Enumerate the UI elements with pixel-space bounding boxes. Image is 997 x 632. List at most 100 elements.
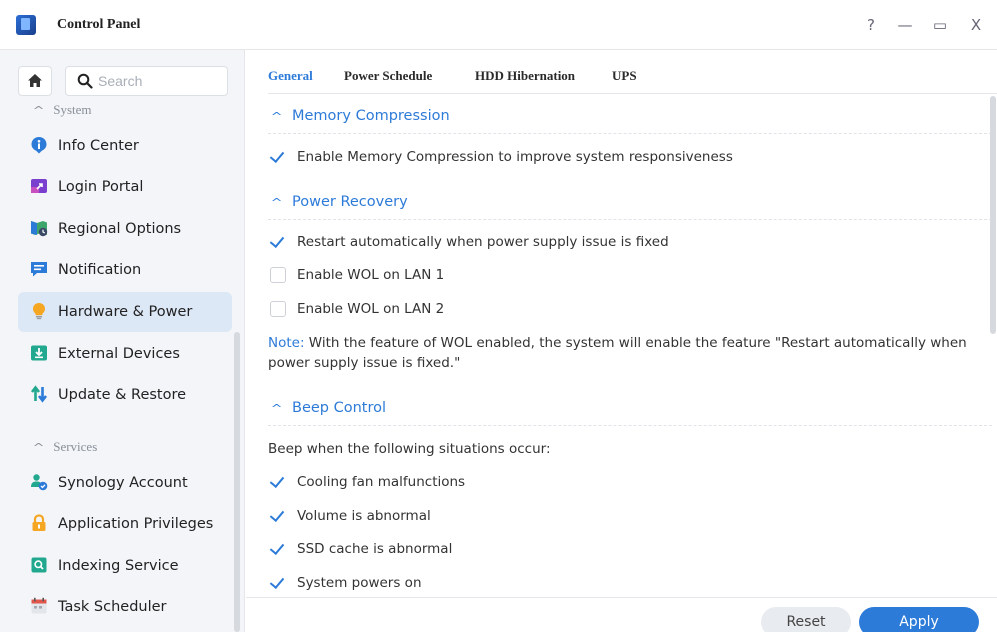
help-button[interactable]: ? — [860, 14, 882, 36]
notification-icon — [31, 262, 47, 277]
main-panel: General Power Schedule HDD Hibernation U… — [246, 50, 997, 632]
synology-account-icon — [31, 474, 48, 491]
home-icon — [28, 74, 42, 87]
beep-description: Beep when the following situations occur… — [268, 441, 551, 457]
search-icon — [77, 73, 93, 89]
wol-lan1-option[interactable]: Enable WOL on LAN 1 — [270, 264, 444, 286]
chevron-up-icon: ^ — [32, 440, 45, 454]
note-key: Note: — [268, 335, 305, 351]
checkbox-label: Enable WOL on LAN 2 — [297, 301, 445, 317]
section-services[interactable]: ^ Services — [32, 439, 98, 455]
checkbox-label: Enable Memory Compression to improve sys… — [297, 149, 733, 165]
checkbox-label: System powers on — [297, 575, 422, 591]
footer-bar: Reset Apply — [246, 597, 997, 632]
sidebar-item-notification[interactable]: Notification — [18, 250, 232, 290]
tab-power-schedule[interactable]: Power Schedule — [344, 68, 432, 84]
tab-general[interactable]: General — [268, 68, 313, 84]
sidebar-item-label: Notification — [58, 262, 142, 278]
beep-fan-option[interactable]: Cooling fan malfunctions — [270, 471, 465, 493]
sidebar-item-update-restore[interactable]: Update & Restore — [18, 375, 232, 415]
tab-bar: General Power Schedule HDD Hibernation U… — [246, 50, 997, 95]
home-button[interactable] — [18, 66, 52, 96]
sidebar-item-label: Synology Account — [58, 475, 188, 491]
calendar-icon — [31, 597, 47, 614]
sidebar-item-label: Info Center — [58, 138, 139, 154]
close-button[interactable]: X — [965, 14, 987, 36]
chevron-up-icon: ^ — [270, 196, 283, 209]
chevron-up-icon: ^ — [32, 103, 45, 117]
checkbox-label: SSD cache is abnormal — [297, 541, 453, 557]
checkbox[interactable] — [270, 508, 286, 524]
section-label: System — [53, 102, 92, 117]
checkbox-label: Restart automatically when power supply … — [297, 234, 669, 250]
sidebar-item-label: Login Portal — [58, 179, 144, 195]
sidebar-item-label: Task Scheduler — [58, 599, 167, 615]
window-title: Control Panel — [57, 17, 141, 32]
section-title: Beep Control — [292, 400, 387, 416]
checkbox-label: Cooling fan malfunctions — [297, 474, 466, 490]
indexing-icon — [31, 557, 47, 573]
memory-compression-option[interactable]: Enable Memory Compression to improve sys… — [270, 146, 733, 168]
sidebar-item-label: Update & Restore — [58, 387, 187, 403]
sidebar-item-regional-options[interactable]: Regional Options — [18, 209, 232, 249]
checkbox[interactable] — [270, 541, 286, 557]
memory-compression-header[interactable]: ^ Memory Compression — [268, 104, 992, 134]
sidebar-item-label: External Devices — [58, 346, 180, 362]
sidebar-item-label: Hardware & Power — [58, 304, 193, 320]
note-text: With the feature of WOL enabled, the sys… — [268, 335, 967, 371]
beep-power-on-option[interactable]: System powers on — [270, 572, 422, 594]
beep-ssd-option[interactable]: SSD cache is abnormal — [270, 538, 452, 560]
sidebar-item-label: Regional Options — [58, 221, 182, 237]
beep-volume-option[interactable]: Volume is abnormal — [270, 505, 431, 527]
sidebar-item-task-scheduler[interactable]: Task Scheduler — [18, 587, 232, 627]
search-box — [65, 66, 228, 96]
checkbox[interactable] — [270, 474, 286, 490]
power-recovery-header[interactable]: ^ Power Recovery — [268, 190, 992, 220]
tab-ups[interactable]: UPS — [612, 68, 637, 84]
sidebar-item-indexing-service[interactable]: Indexing Service — [18, 546, 232, 586]
search-input[interactable] — [98, 71, 223, 91]
section-label: Services — [53, 439, 98, 454]
beep-control-header[interactable]: ^ Beep Control — [268, 396, 992, 426]
section-system[interactable]: ^ System — [32, 102, 92, 118]
wol-lan2-option[interactable]: Enable WOL on LAN 2 — [270, 298, 444, 320]
section-title: Power Recovery — [292, 194, 408, 210]
checkbox-label: Enable WOL on LAN 1 — [297, 267, 445, 283]
tab-divider — [268, 93, 997, 94]
checkbox[interactable] — [270, 234, 286, 250]
sidebar-item-label: Application Privileges — [58, 516, 214, 532]
lightbulb-icon — [33, 303, 45, 320]
sidebar: ^ System Info Center Login Portal Region… — [0, 50, 245, 632]
main-scrollbar[interactable] — [990, 96, 996, 334]
sidebar-item-hardware-power[interactable]: Hardware & Power — [18, 292, 232, 332]
sidebar-item-login-portal[interactable]: Login Portal — [18, 167, 232, 207]
minimize-button[interactable]: — — [894, 14, 916, 36]
title-bar: Control Panel ? — ▭ X — [0, 0, 997, 50]
sidebar-item-external-devices[interactable]: External Devices — [18, 334, 232, 374]
checkbox-label: Volume is abnormal — [297, 508, 431, 524]
control-panel-icon — [16, 15, 36, 35]
sidebar-item-application-privileges[interactable]: Application Privileges — [18, 504, 232, 544]
chevron-up-icon: ^ — [270, 402, 283, 415]
checkbox[interactable] — [270, 149, 286, 165]
restart-auto-option[interactable]: Restart automatically when power supply … — [270, 231, 669, 253]
checkbox[interactable] — [270, 267, 286, 283]
info-icon — [31, 137, 47, 154]
sidebar-scrollbar[interactable] — [234, 332, 240, 632]
login-portal-icon — [31, 179, 47, 193]
external-devices-icon — [31, 345, 47, 361]
tab-hdd-hibernation[interactable]: HDD Hibernation — [475, 68, 575, 84]
regional-options-icon — [31, 221, 48, 237]
reset-button[interactable]: Reset — [761, 607, 851, 632]
section-title: Memory Compression — [292, 108, 450, 124]
checkbox[interactable] — [270, 301, 286, 317]
apply-button[interactable]: Apply — [859, 607, 979, 632]
sidebar-item-info-center[interactable]: Info Center — [18, 126, 232, 166]
chevron-up-icon: ^ — [270, 110, 283, 123]
sidebar-item-label: Indexing Service — [58, 558, 179, 574]
update-restore-icon — [30, 385, 48, 403]
lock-icon — [32, 514, 46, 531]
checkbox[interactable] — [270, 575, 286, 591]
maximize-button[interactable]: ▭ — [929, 14, 951, 36]
sidebar-item-synology-account[interactable]: Synology Account — [18, 463, 232, 503]
